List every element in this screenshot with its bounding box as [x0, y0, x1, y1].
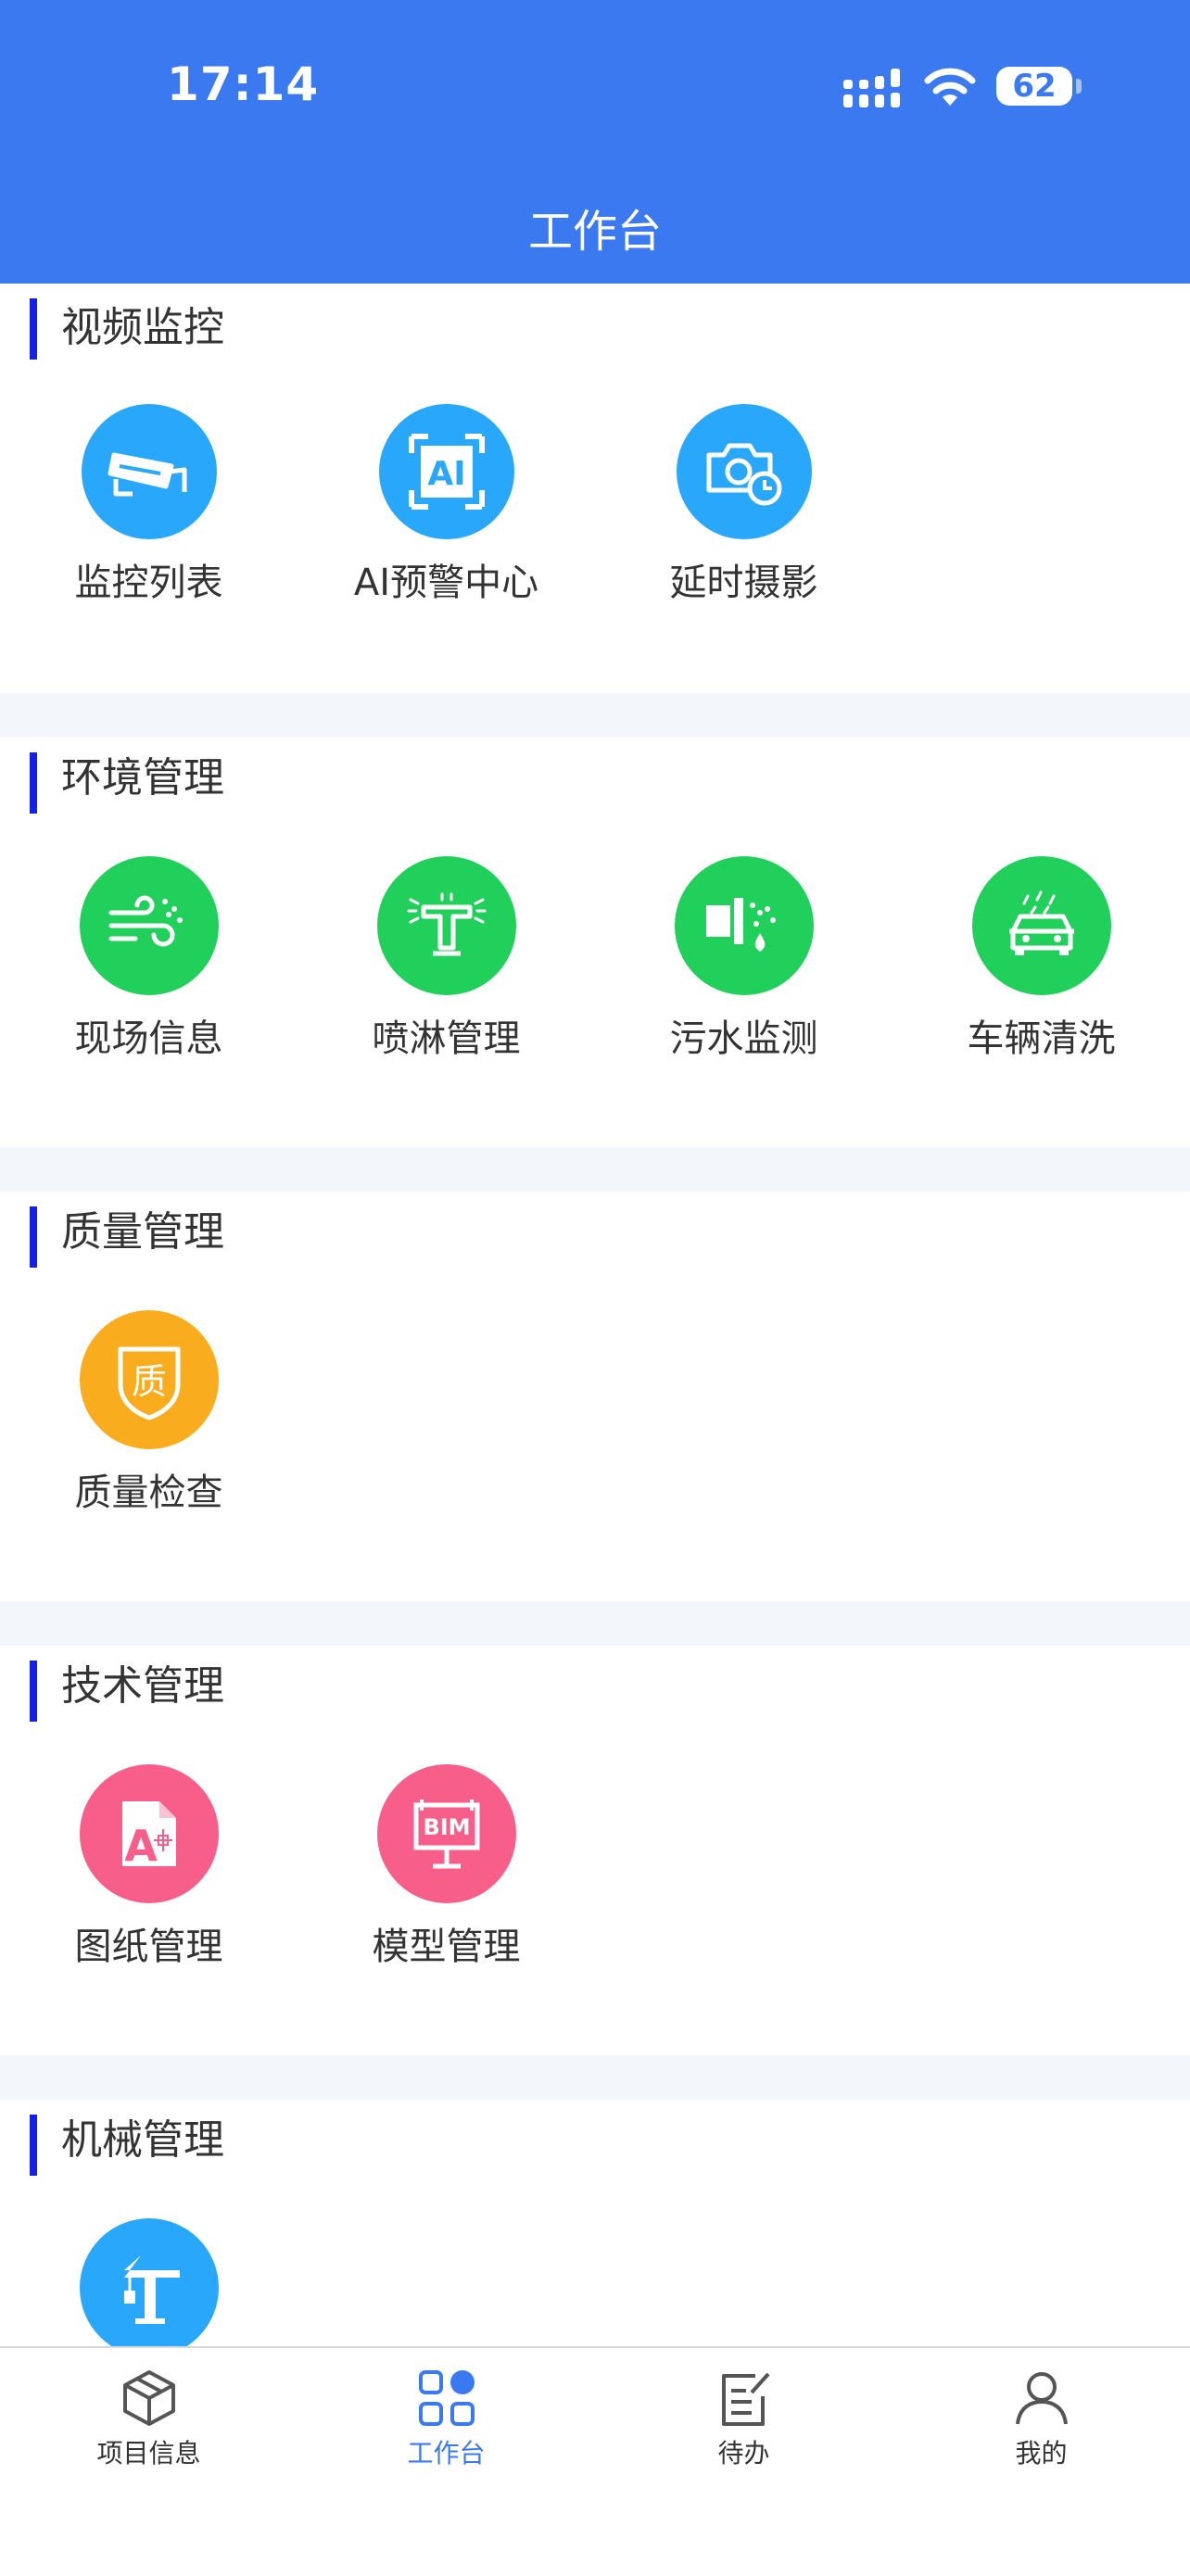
item-quality-inspection[interactable]: 质 质量检查 — [0, 1310, 298, 1516]
battery-cap — [1076, 79, 1082, 94]
cctv-camera-icon — [81, 404, 217, 539]
quality-glyph: 质 — [131, 1361, 166, 1402]
drawing-icon: A — [79, 1764, 219, 1903]
section-divider — [0, 2055, 1190, 2100]
item-label: 污水监测 — [669, 1017, 818, 1060]
section-title: 环境管理 — [61, 754, 224, 802]
item-label: 车辆清洗 — [967, 1017, 1116, 1060]
wind-icon — [79, 856, 219, 995]
tab-label: 工作台 — [407, 2438, 486, 2469]
quality-shield-icon: 质 — [79, 1310, 219, 1449]
section-title: 质量管理 — [61, 1208, 224, 1256]
section-divider — [0, 1601, 1190, 1646]
item-label: 模型管理 — [372, 1926, 521, 1968]
item-label: 延时摄影 — [669, 562, 818, 604]
item-label: 图纸管理 — [74, 1926, 223, 1968]
item-car-wash[interactable]: 车辆清洗 — [892, 856, 1190, 1062]
section-divider — [0, 693, 1190, 738]
tab-label: 项目信息 — [96, 2438, 201, 2469]
cube-icon — [122, 2370, 175, 2426]
item-ai-alert-center[interactable]: AI AI预警中心 — [298, 404, 595, 606]
user-icon — [1015, 2372, 1068, 2425]
cellular-signal-icon — [843, 69, 900, 107]
section-divider — [0, 1147, 1190, 1192]
bim-glyph: BIM — [423, 1814, 470, 1840]
item-drawing-management[interactable]: A 图纸管理 — [0, 1764, 298, 1970]
section-accent-bar — [30, 1206, 37, 1268]
section-accent-bar — [30, 1661, 37, 1722]
item-sprinkler[interactable]: 喷淋管理 — [298, 856, 595, 1062]
car-wash-icon — [971, 856, 1111, 995]
item-monitor-list[interactable]: 监控列表 — [0, 404, 298, 606]
tower-crane-icon — [79, 2218, 219, 2346]
section-accent-bar — [30, 298, 37, 360]
item-site-info[interactable]: 现场信息 — [0, 856, 298, 1062]
grid-icon — [418, 2370, 475, 2426]
item-label: 质量检查 — [74, 1471, 223, 1514]
tab-mine[interactable]: 我的 — [892, 2368, 1190, 2470]
wifi-icon — [924, 68, 976, 106]
section-machinery: 机械管理 — [0, 2100, 1190, 2346]
section-accent-bar — [30, 2115, 37, 2176]
tab-todo[interactable]: 待办 — [595, 2368, 892, 2470]
item-label: 喷淋管理 — [372, 1017, 521, 1060]
section-accent-bar — [30, 752, 37, 814]
battery-indicator: 62 — [996, 67, 1072, 106]
item-model-management[interactable]: BIM 模型管理 — [298, 1764, 595, 1970]
status-time: 17:14 — [167, 57, 320, 111]
drawing-glyph: A — [124, 1821, 158, 1871]
bottom-tab-bar: 项目信息 工作台 待办 我的 — [0, 2346, 1190, 2576]
section-quality: 质量管理 质 质量检查 — [0, 1192, 1190, 1601]
item-timelapse[interactable]: 延时摄影 — [595, 404, 892, 606]
bim-model-icon: BIM — [376, 1764, 516, 1903]
sprinkler-icon — [376, 856, 516, 995]
section-environment: 环境管理 现场信息 喷淋管理 污水监测 车辆清洗 — [0, 738, 1190, 1147]
item-tower-crane[interactable] — [0, 2218, 298, 2346]
timelapse-camera-icon — [676, 404, 812, 539]
tab-workbench[interactable]: 工作台 — [298, 2368, 595, 2470]
header: 17:14 62 工作台 — [0, 0, 1190, 284]
item-sewage-monitor[interactable]: 污水监测 — [595, 856, 892, 1062]
svg-text:AI: AI — [427, 455, 465, 493]
item-label: 现场信息 — [74, 1017, 223, 1060]
workbench-content: 视频监控 监控列表 AI AI预警中心 延时摄影 环境管理 现场信息 喷淋管理 … — [0, 284, 1190, 2346]
sewage-icon — [674, 856, 814, 995]
section-title: 机械管理 — [61, 2116, 224, 2164]
ai-icon: AI — [378, 404, 514, 539]
section-title: 技术管理 — [61, 1662, 224, 1710]
tab-project-info[interactable]: 项目信息 — [0, 2368, 298, 2470]
tab-label: 我的 — [1015, 2438, 1068, 2469]
edit-document-icon — [721, 2372, 769, 2426]
page-title: 工作台 — [527, 206, 662, 258]
section-technical: 技术管理 A 图纸管理 BIM 模型管理 — [0, 1646, 1190, 2055]
tab-label: 待办 — [717, 2438, 770, 2469]
item-label: 监控列表 — [74, 562, 223, 604]
item-label: AI预警中心 — [353, 562, 539, 604]
section-title: 视频监控 — [61, 304, 224, 351]
section-video-monitoring: 视频监控 监控列表 AI AI预警中心 延时摄影 — [0, 284, 1190, 693]
